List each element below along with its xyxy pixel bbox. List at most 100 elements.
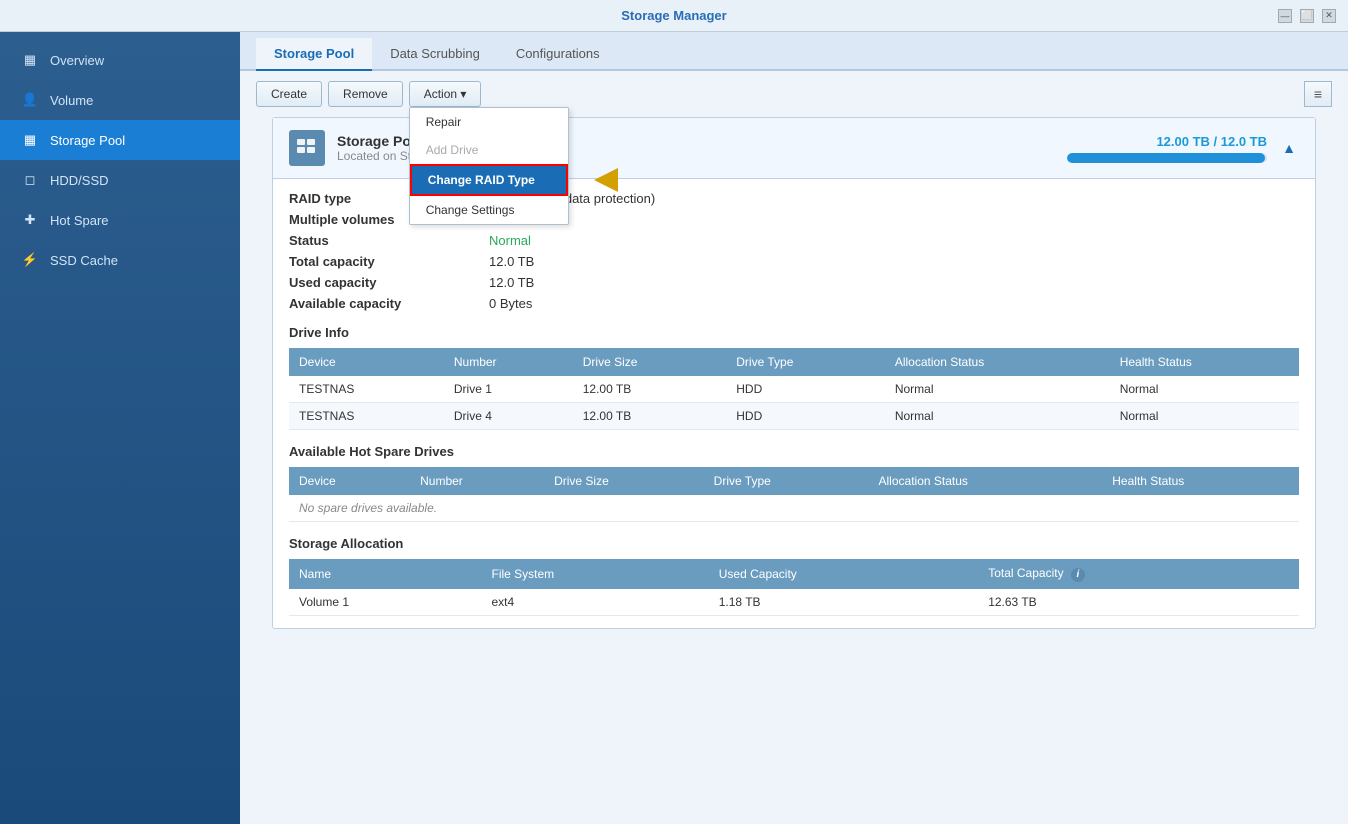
col-drive-size: Drive Size — [573, 348, 727, 376]
table-row: Volume 1 ext4 1.18 TB 12.63 TB — [289, 589, 1299, 616]
used-capacity-label: Used capacity — [289, 275, 489, 290]
storage-allocation-table: Name File System Used Capacity Total Cap… — [289, 559, 1299, 616]
tab-data-scrubbing[interactable]: Data Scrubbing — [372, 38, 498, 71]
col-number: Number — [444, 348, 573, 376]
list-view-button[interactable]: ≡ — [1304, 81, 1332, 107]
no-spare-message: No spare drives available. — [289, 495, 1299, 522]
sa-col-total: Total Capacity i — [978, 559, 1299, 589]
pool-capacity-bar — [1067, 153, 1267, 163]
hot-spare-title: Available Hot Spare Drives — [289, 444, 1299, 459]
sidebar-item-label: Storage Pool — [50, 133, 125, 148]
action-dropdown-menu: Repair Add Drive Change RAID Type Change… — [409, 107, 569, 225]
volume-icon: 👤 — [20, 90, 40, 110]
col-device: Device — [289, 348, 444, 376]
remove-button[interactable]: Remove — [328, 81, 403, 107]
filesystem-cell: ext4 — [482, 589, 709, 616]
window-controls[interactable]: — ⬜ ✕ — [1278, 9, 1336, 23]
used-capacity-row: Used capacity 12.0 TB — [289, 275, 1299, 290]
storage-pool-icon: ▦ — [20, 130, 40, 150]
total-capacity-label: Total capacity — [289, 254, 489, 269]
overview-icon: ▦ — [20, 50, 40, 70]
sidebar-item-label: Overview — [50, 53, 104, 68]
sidebar-item-label: HDD/SSD — [50, 173, 109, 188]
sidebar-item-ssd-cache[interactable]: ⚡ SSD Cache — [0, 240, 240, 280]
close-button[interactable]: ✕ — [1322, 9, 1336, 23]
drive-info-title: Drive Info — [289, 325, 1299, 340]
status-label: Status — [289, 233, 489, 248]
allocation-cell: Normal — [885, 403, 1110, 430]
sa-col-name: Name — [289, 559, 482, 589]
create-button[interactable]: Create — [256, 81, 322, 107]
no-spare-row: No spare drives available. — [289, 495, 1299, 522]
main-content: Storage Pool Data Scrubbing Configuratio… — [240, 32, 1348, 824]
sidebar-item-overview[interactable]: ▦ Overview — [0, 40, 240, 80]
health-cell: Normal — [1110, 403, 1299, 430]
number-cell: Drive 1 — [444, 376, 573, 403]
allocation-cell: Normal — [885, 376, 1110, 403]
hs-col-allocation-status: Allocation Status — [869, 467, 1103, 495]
table-row: TESTNAS Drive 1 12.00 TB HDD Normal Norm… — [289, 376, 1299, 403]
action-button[interactable]: Action ▾ — [409, 81, 482, 107]
col-health-status: Health Status — [1110, 348, 1299, 376]
hdd-ssd-icon: ◻ — [20, 170, 40, 190]
toolbar-right: ≡ — [1304, 81, 1332, 107]
action-dropdown-container: Action ▾ Repair Add Drive Change RAID Ty… — [409, 81, 482, 107]
sidebar-item-label: Hot Spare — [50, 213, 109, 228]
pool-details: RAID type RAID5 (With data protection) M… — [273, 179, 1315, 628]
type-cell: HDD — [726, 403, 885, 430]
available-capacity-value: 0 Bytes — [489, 296, 532, 311]
dropdown-item-repair[interactable]: Repair — [410, 108, 568, 136]
hs-col-drive-size: Drive Size — [544, 467, 704, 495]
storage-allocation-title: Storage Allocation — [289, 536, 1299, 551]
device-cell: TESTNAS — [289, 376, 444, 403]
total-capacity-row: Total capacity 12.0 TB — [289, 254, 1299, 269]
title-bar: Storage Manager — ⬜ ✕ — [0, 0, 1348, 32]
volume-name-cell: Volume 1 — [289, 589, 482, 616]
hs-col-drive-type: Drive Type — [704, 467, 869, 495]
hs-col-number: Number — [410, 467, 544, 495]
ssd-cache-icon: ⚡ — [20, 250, 40, 270]
drive-info-table: Device Number Drive Size Drive Type Allo… — [289, 348, 1299, 430]
sa-col-filesystem: File System — [482, 559, 709, 589]
used-capacity-cell: 1.18 TB — [709, 589, 978, 616]
status-value: Normal — [489, 233, 531, 248]
sa-col-used: Used Capacity — [709, 559, 978, 589]
tab-configurations[interactable]: Configurations — [498, 38, 618, 71]
total-capacity-info-icon[interactable]: i — [1071, 568, 1085, 582]
minimize-button[interactable]: — — [1278, 9, 1292, 23]
sidebar-item-hot-spare[interactable]: ✚ Hot Spare — [0, 200, 240, 240]
pool-expand-button[interactable]: ▲ — [1279, 138, 1299, 158]
total-capacity-value: 12.0 TB — [489, 254, 534, 269]
tab-bar: Storage Pool Data Scrubbing Configuratio… — [240, 32, 1348, 71]
used-capacity-value: 12.0 TB — [489, 275, 534, 290]
hot-spare-table: Device Number Drive Size Drive Type Allo… — [289, 467, 1299, 522]
sidebar-item-volume[interactable]: 👤 Volume — [0, 80, 240, 120]
size-cell: 12.00 TB — [573, 403, 727, 430]
tab-storage-pool[interactable]: Storage Pool — [256, 38, 372, 71]
available-capacity-row: Available capacity 0 Bytes — [289, 296, 1299, 311]
status-row: Status Normal — [289, 233, 1299, 248]
dropdown-item-change-settings[interactable]: Change Settings — [410, 196, 568, 224]
hot-spare-icon: ✚ — [20, 210, 40, 230]
pool-icon — [289, 130, 325, 166]
sidebar-item-hdd-ssd[interactable]: ◻ HDD/SSD — [0, 160, 240, 200]
hs-col-health-status: Health Status — [1102, 467, 1299, 495]
type-cell: HDD — [726, 376, 885, 403]
sidebar-item-label: SSD Cache — [50, 253, 118, 268]
table-row: TESTNAS Drive 4 12.00 TB HDD Normal Norm… — [289, 403, 1299, 430]
sidebar-item-label: Volume — [50, 93, 93, 108]
total-capacity-cell: 12.63 TB — [978, 589, 1299, 616]
pool-capacity-fill — [1067, 153, 1265, 163]
restore-button[interactable]: ⬜ — [1300, 9, 1314, 23]
toolbar: Create Remove Action ▾ Repair Add Drive … — [240, 71, 1348, 117]
device-cell: TESTNAS — [289, 403, 444, 430]
pool-capacity-area: 12.00 TB / 12.0 TB — [1067, 134, 1267, 163]
sidebar-item-storage-pool[interactable]: ▦ Storage Pool — [0, 120, 240, 160]
dropdown-item-change-raid-type[interactable]: Change RAID Type — [410, 164, 568, 196]
col-allocation-status: Allocation Status — [885, 348, 1110, 376]
sidebar: ▦ Overview 👤 Volume ▦ Storage Pool ◻ HDD… — [0, 32, 240, 824]
hs-col-device: Device — [289, 467, 410, 495]
pool-capacity-text: 12.00 TB / 12.0 TB — [1067, 134, 1267, 149]
app-title: Storage Manager — [621, 8, 726, 23]
size-cell: 12.00 TB — [573, 376, 727, 403]
